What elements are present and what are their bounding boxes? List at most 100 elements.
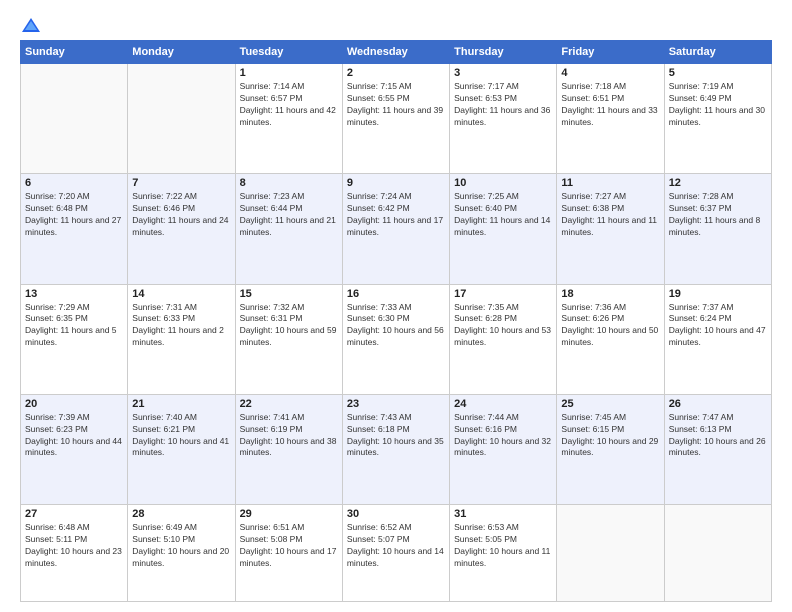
calendar-cell: 10 Sunrise: 7:25 AM Sunset: 6:40 PM Dayli…	[450, 174, 557, 284]
calendar-cell: 25Sunrise: 7:45 AM Sunset: 6:15 PM Dayli…	[557, 394, 664, 504]
col-header-saturday: Saturday	[664, 41, 771, 64]
week-row-4: 20 Sunrise: 7:39 AM Sunset: 6:23 PM Dayli…	[21, 394, 772, 504]
calendar-cell: 22 Sunrise: 7:41 AM Sunset: 6:19 PM Dayli…	[235, 394, 342, 504]
day-info: Sunrise: 7:44 AM Sunset: 6:16 PM Dayligh…	[454, 412, 552, 460]
calendar-cell: 24 Sunrise: 7:44 AM Sunset: 6:16 PM Dayli…	[450, 394, 557, 504]
day-number: 11	[561, 177, 659, 189]
col-header-thursday: Thursday	[450, 41, 557, 64]
day-info: Sunrise: 7:14 AM Sunset: 6:57 PM Dayligh…	[240, 81, 338, 129]
day-number: 26	[669, 398, 767, 410]
day-number: 17	[454, 288, 552, 300]
week-row-5: 27 Sunrise: 6:48 AM Sunset: 5:11 PM Dayli…	[21, 505, 772, 602]
day-info: Sunrise: 7:22 AM Sunset: 6:46 PM Dayligh…	[132, 191, 230, 239]
calendar-cell: 2 Sunrise: 7:15 AM Sunset: 6:55 PM Daylig…	[342, 64, 449, 174]
calendar-cell: 11Sunrise: 7:27 AM Sunset: 6:38 PM Dayli…	[557, 174, 664, 284]
day-number: 7	[132, 177, 230, 189]
day-info: Sunrise: 7:41 AM Sunset: 6:19 PM Dayligh…	[240, 412, 338, 460]
header-row: SundayMondayTuesdayWednesdayThursdayFrid…	[21, 41, 772, 64]
calendar-header: SundayMondayTuesdayWednesdayThursdayFrid…	[21, 41, 772, 64]
calendar-cell: 31 Sunrise: 6:53 AM Sunset: 5:05 PM Dayli…	[450, 505, 557, 602]
col-header-monday: Monday	[128, 41, 235, 64]
day-number: 21	[132, 398, 230, 410]
day-info: Sunrise: 7:33 AM Sunset: 6:30 PM Dayligh…	[347, 302, 445, 350]
calendar-cell	[557, 505, 664, 602]
calendar-cell: 9Sunrise: 7:24 AM Sunset: 6:42 PM Daylig…	[342, 174, 449, 284]
calendar-cell: 28 Sunrise: 6:49 AM Sunset: 5:10 PM Dayli…	[128, 505, 235, 602]
calendar-cell: 19 Sunrise: 7:37 AM Sunset: 6:24 PM Dayli…	[664, 284, 771, 394]
page: SundayMondayTuesdayWednesdayThursdayFrid…	[0, 0, 792, 612]
day-info: Sunrise: 7:15 AM Sunset: 6:55 PM Dayligh…	[347, 81, 445, 129]
day-number: 20	[25, 398, 123, 410]
calendar-cell: 14 Sunrise: 7:31 AM Sunset: 6:33 PM Dayli…	[128, 284, 235, 394]
day-info: Sunrise: 7:24 AM Sunset: 6:42 PM Dayligh…	[347, 191, 445, 239]
day-info: Sunrise: 7:36 AM Sunset: 6:26 PM Dayligh…	[561, 302, 659, 350]
day-number: 18	[561, 288, 659, 300]
day-info: Sunrise: 7:37 AM Sunset: 6:24 PM Dayligh…	[669, 302, 767, 350]
day-info: Sunrise: 7:29 AM Sunset: 6:35 PM Dayligh…	[25, 302, 123, 350]
logo	[20, 16, 40, 32]
day-number: 27	[25, 508, 123, 520]
day-number: 12	[669, 177, 767, 189]
day-info: Sunrise: 7:19 AM Sunset: 6:49 PM Dayligh…	[669, 81, 767, 129]
day-info: Sunrise: 7:18 AM Sunset: 6:51 PM Dayligh…	[561, 81, 659, 129]
day-number: 24	[454, 398, 552, 410]
day-info: Sunrise: 7:31 AM Sunset: 6:33 PM Dayligh…	[132, 302, 230, 350]
calendar-cell: 27 Sunrise: 6:48 AM Sunset: 5:11 PM Dayli…	[21, 505, 128, 602]
day-number: 2	[347, 67, 445, 79]
day-info: Sunrise: 7:32 AM Sunset: 6:31 PM Dayligh…	[240, 302, 338, 350]
calendar-cell: 5 Sunrise: 7:19 AM Sunset: 6:49 PM Daylig…	[664, 64, 771, 174]
day-info: Sunrise: 6:53 AM Sunset: 5:05 PM Dayligh…	[454, 522, 552, 570]
day-number: 22	[240, 398, 338, 410]
calendar-cell: 17Sunrise: 7:35 AM Sunset: 6:28 PM Dayli…	[450, 284, 557, 394]
day-info: Sunrise: 7:47 AM Sunset: 6:13 PM Dayligh…	[669, 412, 767, 460]
day-info: Sunrise: 7:25 AM Sunset: 6:40 PM Dayligh…	[454, 191, 552, 239]
day-number: 15	[240, 288, 338, 300]
day-info: Sunrise: 6:48 AM Sunset: 5:11 PM Dayligh…	[25, 522, 123, 570]
day-number: 3	[454, 67, 552, 79]
day-number: 29	[240, 508, 338, 520]
calendar-table: SundayMondayTuesdayWednesdayThursdayFrid…	[20, 40, 772, 602]
day-info: Sunrise: 7:20 AM Sunset: 6:48 PM Dayligh…	[25, 191, 123, 239]
day-info: Sunrise: 6:51 AM Sunset: 5:08 PM Dayligh…	[240, 522, 338, 570]
calendar-cell: 26 Sunrise: 7:47 AM Sunset: 6:13 PM Dayli…	[664, 394, 771, 504]
col-header-tuesday: Tuesday	[235, 41, 342, 64]
calendar-cell: 13 Sunrise: 7:29 AM Sunset: 6:35 PM Dayli…	[21, 284, 128, 394]
calendar-cell: 30Sunrise: 6:52 AM Sunset: 5:07 PM Dayli…	[342, 505, 449, 602]
calendar-cell: 3 Sunrise: 7:17 AM Sunset: 6:53 PM Daylig…	[450, 64, 557, 174]
calendar-cell: 21 Sunrise: 7:40 AM Sunset: 6:21 PM Dayli…	[128, 394, 235, 504]
day-number: 23	[347, 398, 445, 410]
day-number: 6	[25, 177, 123, 189]
calendar-cell: 6 Sunrise: 7:20 AM Sunset: 6:48 PM Daylig…	[21, 174, 128, 284]
day-info: Sunrise: 7:39 AM Sunset: 6:23 PM Dayligh…	[25, 412, 123, 460]
day-number: 28	[132, 508, 230, 520]
calendar-cell	[128, 64, 235, 174]
day-number: 5	[669, 67, 767, 79]
day-info: Sunrise: 7:45 AM Sunset: 6:15 PM Dayligh…	[561, 412, 659, 460]
calendar-body: 1Sunrise: 7:14 AM Sunset: 6:57 PM Daylig…	[21, 64, 772, 602]
calendar-cell: 23Sunrise: 7:43 AM Sunset: 6:18 PM Dayli…	[342, 394, 449, 504]
col-header-wednesday: Wednesday	[342, 41, 449, 64]
calendar-cell: 16Sunrise: 7:33 AM Sunset: 6:30 PM Dayli…	[342, 284, 449, 394]
calendar-cell: 1Sunrise: 7:14 AM Sunset: 6:57 PM Daylig…	[235, 64, 342, 174]
week-row-3: 13 Sunrise: 7:29 AM Sunset: 6:35 PM Dayli…	[21, 284, 772, 394]
day-info: Sunrise: 7:17 AM Sunset: 6:53 PM Dayligh…	[454, 81, 552, 129]
calendar-cell	[21, 64, 128, 174]
col-header-friday: Friday	[557, 41, 664, 64]
day-number: 14	[132, 288, 230, 300]
day-number: 10	[454, 177, 552, 189]
day-info: Sunrise: 7:23 AM Sunset: 6:44 PM Dayligh…	[240, 191, 338, 239]
calendar-cell: 20 Sunrise: 7:39 AM Sunset: 6:23 PM Dayli…	[21, 394, 128, 504]
calendar-cell: 12 Sunrise: 7:28 AM Sunset: 6:37 PM Dayli…	[664, 174, 771, 284]
day-info: Sunrise: 6:49 AM Sunset: 5:10 PM Dayligh…	[132, 522, 230, 570]
day-info: Sunrise: 7:40 AM Sunset: 6:21 PM Dayligh…	[132, 412, 230, 460]
day-number: 13	[25, 288, 123, 300]
day-info: Sunrise: 7:28 AM Sunset: 6:37 PM Dayligh…	[669, 191, 767, 239]
week-row-1: 1Sunrise: 7:14 AM Sunset: 6:57 PM Daylig…	[21, 64, 772, 174]
calendar-cell: 15 Sunrise: 7:32 AM Sunset: 6:31 PM Dayli…	[235, 284, 342, 394]
calendar-cell	[664, 505, 771, 602]
day-number: 31	[454, 508, 552, 520]
calendar-cell: 8Sunrise: 7:23 AM Sunset: 6:44 PM Daylig…	[235, 174, 342, 284]
calendar-cell: 4Sunrise: 7:18 AM Sunset: 6:51 PM Daylig…	[557, 64, 664, 174]
day-number: 19	[669, 288, 767, 300]
week-row-2: 6 Sunrise: 7:20 AM Sunset: 6:48 PM Daylig…	[21, 174, 772, 284]
